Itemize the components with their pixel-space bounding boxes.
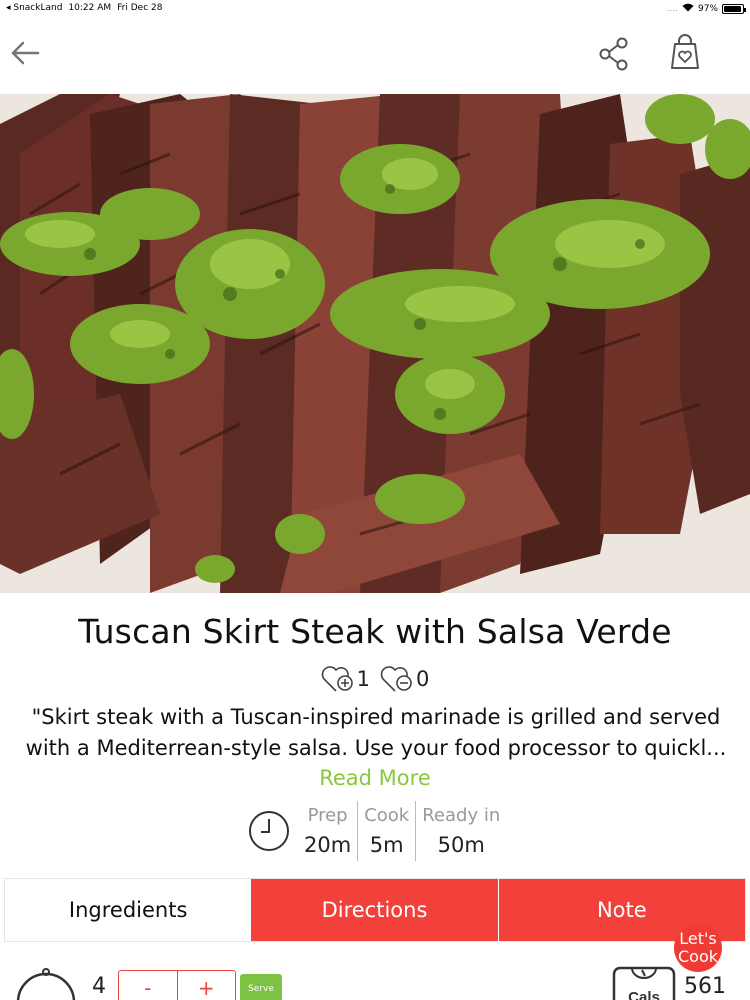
dislike-count: 0 [416, 667, 430, 691]
clock-icon [249, 811, 289, 851]
ready-label: Ready in [422, 805, 501, 826]
servings-count: 4 [92, 974, 106, 999]
cook-value: 5m [369, 833, 404, 857]
prep-label: Prep [307, 805, 348, 826]
increase-servings-button[interactable]: + [176, 971, 236, 1000]
serve-button[interactable]: Serve [240, 974, 282, 1000]
servings-stepper: - + [118, 970, 236, 1000]
dislike-button[interactable]: 0 [380, 664, 429, 694]
heart-plus-icon [321, 666, 353, 692]
battery-icon [722, 4, 746, 14]
lets-cook-button[interactable]: Let's Cook [674, 924, 722, 972]
reaction-row: 1 0 [0, 664, 750, 694]
recipe-tabs: Ingredients Directions Note [4, 878, 746, 942]
tab-ingredients[interactable]: Ingredients [5, 879, 252, 941]
back-to-app-link[interactable]: ◂ SnackLand [6, 3, 62, 13]
nav-bar [0, 18, 750, 94]
share-icon [599, 37, 628, 71]
recipe-description: "Skirt steak with a Tuscan-inspired mari… [25, 705, 727, 760]
status-left: ◂ SnackLand 10:22 AM Fri Dec 28 [6, 3, 162, 13]
battery-percent: 97% [697, 4, 718, 14]
status-right: .... 97% [666, 3, 746, 15]
cook-label: Cook [364, 805, 410, 826]
battery-fill [724, 6, 742, 12]
status-date: Fri Dec 28 [117, 3, 163, 13]
scale-label: Cals [628, 989, 660, 1000]
ready-value: 50m [437, 833, 485, 857]
cook-time: Cook 5m [357, 801, 415, 861]
read-more-link[interactable]: Read More [0, 766, 750, 790]
ready-time: Ready in 50m [415, 801, 506, 861]
shopping-bag-button[interactable] [666, 34, 704, 72]
heart-minus-icon [380, 666, 412, 692]
scale-icon: Cals [612, 966, 676, 1000]
recipe-title: Tuscan Skirt Steak with Salsa Verde [78, 612, 672, 651]
status-bar: ◂ SnackLand 10:22 AM Fri Dec 28 .... 97% [0, 0, 750, 18]
signal-dots: .... [666, 4, 678, 14]
tab-directions[interactable]: Directions [251, 879, 498, 941]
back-button[interactable] [8, 36, 42, 70]
like-button[interactable]: 1 [321, 664, 370, 694]
shopping-bag-heart-icon [671, 34, 699, 69]
wifi-icon [682, 3, 694, 15]
arrow-left-icon [11, 41, 40, 65]
decrease-servings-button[interactable]: - [119, 971, 177, 1000]
recipe-times: Prep 20m Cook 5m Ready in 50m [248, 800, 506, 862]
like-count: 1 [356, 667, 370, 691]
status-time: 10:22 AM [68, 3, 112, 13]
calorie-count: 561 [684, 974, 726, 999]
prep-time: Prep 20m [298, 801, 357, 861]
share-button[interactable] [596, 36, 632, 72]
servings-row: 4 - + Serve Cals 561 [0, 960, 750, 1000]
cloche-icon [16, 968, 76, 1000]
recipe-hero-image [0, 94, 750, 593]
prep-value: 20m [304, 833, 352, 857]
